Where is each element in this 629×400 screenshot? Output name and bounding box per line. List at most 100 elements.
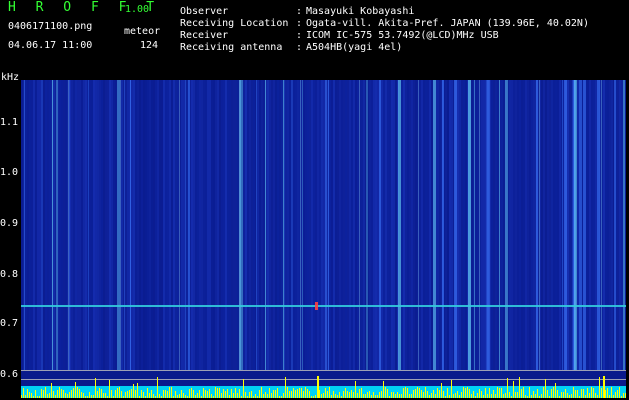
- noise-column: [383, 80, 385, 370]
- noise-column: [351, 80, 353, 370]
- level-bar: [345, 388, 346, 398]
- level-bar: [227, 389, 228, 398]
- level-bar: [55, 395, 56, 398]
- noise-column: [223, 80, 225, 370]
- level-bar: [559, 396, 560, 398]
- level-bar: [403, 388, 404, 398]
- y-tick-label: 1.1: [0, 117, 19, 128]
- noise-column: [343, 80, 345, 370]
- noise-column: [203, 80, 205, 370]
- level-bar: [467, 387, 468, 398]
- level-bar: [357, 393, 358, 398]
- noise-column: [161, 80, 163, 370]
- level-bar: [137, 383, 138, 398]
- noise-column: [261, 80, 263, 370]
- level-bar: [325, 388, 326, 398]
- noise-column: [49, 80, 51, 370]
- y-tick-label: 0.8: [0, 269, 19, 280]
- level-bar: [569, 395, 570, 398]
- noise-column: [551, 80, 553, 370]
- level-bar: [209, 389, 210, 398]
- noise-column: [341, 80, 343, 370]
- meteor-streak: [88, 80, 89, 370]
- spectrogram-plot: [21, 80, 626, 398]
- level-bar: [105, 393, 106, 398]
- meteor-streak: [291, 80, 293, 370]
- meteor-streak: [188, 80, 190, 370]
- meteor-streak: [536, 80, 538, 370]
- level-bar: [221, 393, 222, 398]
- level-bar: [359, 389, 360, 398]
- level-bar: [283, 393, 284, 398]
- level-bar: [553, 387, 554, 398]
- level-bar: [93, 395, 94, 398]
- level-bar: [261, 387, 262, 398]
- level-bar: [439, 390, 440, 398]
- level-bar: [125, 392, 126, 398]
- level-bar: [417, 387, 418, 398]
- noise-column: [593, 80, 595, 370]
- meteor-streak: [240, 80, 243, 370]
- noise-column: [323, 80, 325, 370]
- level-bar: [619, 387, 620, 398]
- meteor-streak: [41, 80, 43, 370]
- noise-column: [333, 80, 335, 370]
- level-bar: [583, 389, 584, 398]
- noise-column: [361, 80, 363, 370]
- level-bar: [561, 392, 562, 398]
- level-bar: [235, 388, 236, 398]
- noise-column: [381, 80, 383, 370]
- noise-column: [25, 80, 27, 370]
- level-bar: [149, 393, 150, 398]
- noise-column: [77, 80, 79, 370]
- noise-column: [43, 80, 45, 370]
- meteor-streak: [487, 80, 490, 370]
- level-bar: [415, 389, 416, 398]
- level-bar: [215, 387, 216, 398]
- level-bar: [213, 396, 214, 398]
- level-bar: [79, 389, 80, 398]
- level-bar: [273, 390, 274, 398]
- level-bar: [517, 392, 518, 398]
- noise-column: [429, 80, 431, 370]
- meteor-streak: [24, 80, 25, 370]
- noise-column: [251, 80, 253, 370]
- noise-column: [271, 80, 273, 370]
- level-bar: [203, 388, 204, 398]
- level-bar: [195, 395, 196, 398]
- noise-column: [531, 80, 533, 370]
- noise-column: [521, 80, 523, 370]
- level-bar: [399, 394, 400, 398]
- level-bar: [393, 392, 394, 398]
- level-bar: [369, 391, 370, 398]
- level-bar: [275, 390, 276, 398]
- level-bar: [309, 391, 310, 398]
- noise-column: [235, 80, 237, 370]
- level-bar: [65, 393, 66, 398]
- noise-column: [53, 80, 55, 370]
- noise-column: [357, 80, 359, 370]
- level-bar: [297, 389, 298, 398]
- level-bar: [551, 389, 552, 398]
- level-bar: [435, 394, 436, 398]
- level-bar: [69, 392, 70, 398]
- level-bar: [121, 391, 122, 398]
- level-bar: [173, 396, 174, 398]
- level-bar: [565, 389, 566, 398]
- level-bar: [245, 392, 246, 398]
- level-bar: [191, 388, 192, 398]
- level-bar: [167, 391, 168, 398]
- noise-column: [167, 80, 169, 370]
- noise-column: [371, 80, 373, 370]
- level-bar: [515, 392, 516, 398]
- noise-column: [305, 80, 307, 370]
- level-bar: [505, 393, 506, 398]
- noise-column: [171, 80, 173, 370]
- level-bar: [241, 396, 242, 398]
- level-bar: [379, 392, 380, 398]
- noise-column: [605, 80, 607, 370]
- level-bar: [483, 395, 484, 398]
- level-bar: [475, 396, 476, 398]
- level-bar: [85, 396, 86, 398]
- noise-column: [257, 80, 259, 370]
